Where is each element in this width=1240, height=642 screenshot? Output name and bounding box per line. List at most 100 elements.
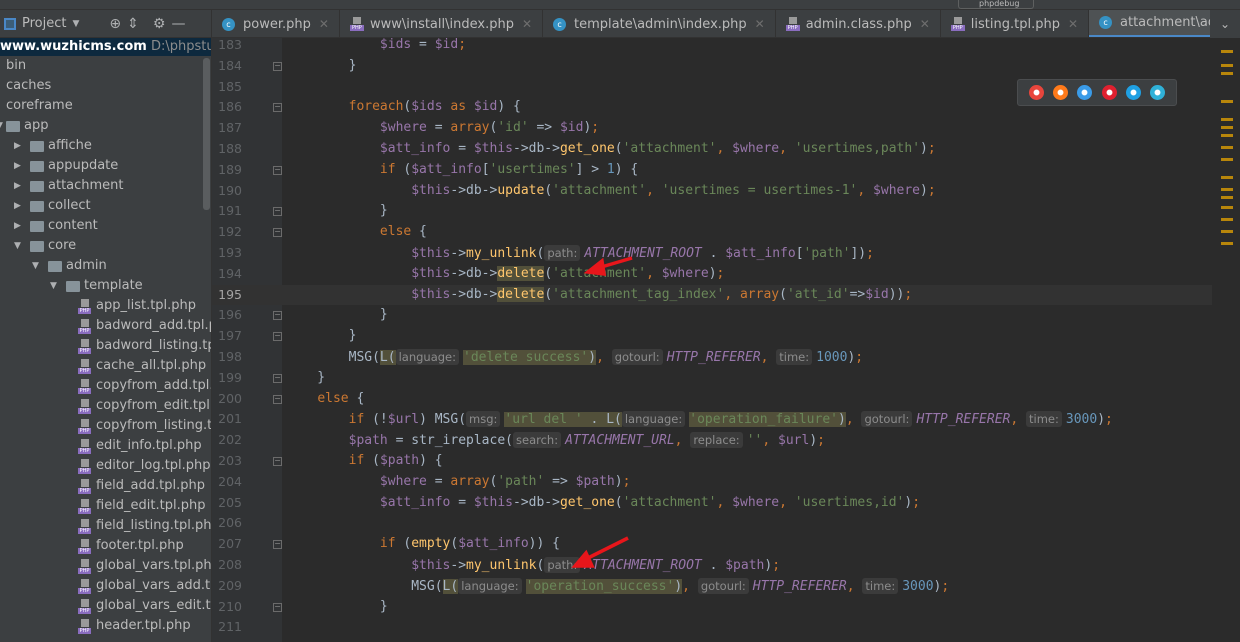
code-line[interactable]: 195 $this->db->delete('attachment_tag_in…	[212, 284, 1212, 306]
minimize-icon[interactable]: —	[171, 16, 185, 32]
warning-marker[interactable]	[1221, 176, 1233, 179]
tree-item-field-add-tpl-php[interactable]: field_add.tpl.php	[0, 476, 211, 496]
tab-attachment-admin-index-php[interactable]: cattachment\admin\index.php✕	[1089, 10, 1210, 37]
code-line[interactable]: 208 $this->my_unlink(path: ATTACHMENT_ROO…	[212, 555, 1212, 576]
warning-marker[interactable]	[1221, 158, 1233, 161]
fold-marker-icon[interactable]: −	[273, 394, 282, 404]
fold-marker-icon[interactable]: −	[273, 228, 282, 238]
tree-item-copyfrom-add-tpl-php[interactable]: copyfrom_add.tpl.php	[0, 376, 211, 396]
code-line[interactable]: 201 if (!$url) MSG(msg:'url del ' . L(la…	[212, 409, 1212, 430]
tree-item-global-vars-edit-tpl-php[interactable]: global_vars_edit.tpl.php	[0, 596, 211, 616]
tree-item-attachment[interactable]: ▶ attachment	[0, 176, 211, 196]
tree-item-copyfrom-listing-tpl-php[interactable]: copyfrom_listing.tpl.php	[0, 416, 211, 436]
sidebar-scrollbar[interactable]	[203, 58, 210, 210]
tree-item-badword-listing-tpl-php[interactable]: badword_listing.tpl.php	[0, 336, 211, 356]
code-line[interactable]: 193 $this->my_unlink(path: ATTACHMENT_ROO…	[212, 243, 1212, 264]
code-line[interactable]: 192 − else {	[212, 222, 1212, 243]
code-line[interactable]: 189 − if ($att_info['usertimes'] > 1) {	[212, 160, 1212, 181]
code-line[interactable]: 211	[212, 617, 1212, 638]
tree-item-collect[interactable]: ▶ collect	[0, 196, 211, 216]
code-line[interactable]: 187 $where = array('id' => $id);	[212, 118, 1212, 139]
gear-icon[interactable]: ⚙	[153, 16, 166, 32]
tab-admin-class-php[interactable]: admin.class.php ✕	[776, 10, 941, 37]
chevron-down-icon[interactable]: ▼	[72, 19, 79, 29]
chrome-icon[interactable]	[1028, 85, 1044, 100]
fold-marker-icon[interactable]: −	[273, 457, 282, 466]
tree-item-content[interactable]: ▶ content	[0, 216, 211, 236]
chevron-down-icon[interactable]: ▼	[14, 236, 21, 256]
warning-marker[interactable]	[1221, 206, 1233, 209]
safari-icon[interactable]	[1077, 85, 1093, 100]
code-line[interactable]: 190 $this->db->update('attachment', 'use…	[212, 181, 1212, 202]
code-line[interactable]: 197 − }	[212, 326, 1212, 347]
code-line[interactable]: 209 MSG(L(language:'operation_success'),…	[212, 576, 1212, 597]
fold-marker-icon[interactable]: −	[273, 540, 282, 550]
code-line[interactable]: 203 − if ($path) {	[212, 451, 1212, 472]
tree-item-appupdate[interactable]: ▶ appupdate	[0, 156, 211, 176]
chevron-right-icon[interactable]: ▶	[14, 196, 21, 216]
tab-listing-tpl-php[interactable]: listing.tpl.php ✕	[941, 10, 1090, 37]
run-configuration-select[interactable]: phpdebug	[958, 0, 1034, 9]
code-line[interactable]: 206	[212, 513, 1212, 534]
code-line[interactable]: 184 − }	[212, 56, 1212, 77]
chevron-right-icon[interactable]: ▶	[14, 216, 21, 236]
ie-icon[interactable]	[1125, 85, 1141, 100]
opera-icon[interactable]	[1101, 85, 1117, 100]
tree-item-bin[interactable]: bin	[0, 56, 211, 76]
code-line[interactable]: 205 $att_info = $this->db->get_one('atta…	[212, 493, 1212, 514]
code-line[interactable]: 207− if (empty($att_info)) {	[212, 534, 1212, 555]
close-icon[interactable]: ✕	[755, 17, 765, 31]
tree-item-edit-info-tpl-php[interactable]: edit_info.tpl.php	[0, 436, 211, 456]
tab-power-php[interactable]: c power.php ✕	[212, 10, 340, 37]
chevron-down-icon[interactable]: ▼	[32, 256, 39, 276]
collapse-all-icon[interactable]: ⇕	[127, 16, 139, 32]
code-line[interactable]: 204 $where = array('path' => $path);	[212, 472, 1212, 493]
warning-marker[interactable]	[1221, 134, 1233, 137]
code-line[interactable]: 191 − }	[212, 201, 1212, 222]
tree-item-footer-tpl-php[interactable]: footer.tpl.php	[0, 536, 211, 556]
code-line[interactable]: 194 $this->db->delete('attachment', $whe…	[212, 264, 1212, 285]
code-line[interactable]: 199 − }	[212, 368, 1212, 389]
show-all-tabs-button[interactable]: ⌄	[1210, 10, 1240, 38]
code-line[interactable]: 200 − else {	[212, 389, 1212, 410]
fold-marker-icon[interactable]: −	[273, 103, 282, 113]
warning-marker[interactable]	[1221, 100, 1233, 103]
fold-marker-icon[interactable]: −	[273, 165, 282, 175]
warning-marker[interactable]	[1221, 218, 1233, 221]
fold-marker-icon[interactable]: −	[273, 332, 282, 342]
fold-marker-icon[interactable]: −	[273, 602, 282, 612]
tab-www-install-index-php[interactable]: www\install\index.php ✕	[340, 10, 544, 37]
tree-item-field-edit-tpl-php[interactable]: field_edit.tpl.php	[0, 496, 211, 516]
tree-item-admin[interactable]: ▼ admin	[0, 256, 211, 276]
tree-item-core[interactable]: ▼ core	[0, 236, 211, 256]
fold-marker-icon[interactable]: −	[273, 61, 282, 71]
code-line[interactable]: 196 − }	[212, 305, 1212, 326]
close-icon[interactable]: ✕	[1068, 17, 1078, 31]
code-editor[interactable]: 183 $ids = $id; 184− } 185 186− foreach($id…	[212, 38, 1240, 642]
chevron-down-icon[interactable]: ▼	[0, 116, 3, 136]
tree-item-copyfrom-edit-tpl-php[interactable]: copyfrom_edit.tpl.php	[0, 396, 211, 416]
tree-item-global-vars-add-tpl-php[interactable]: global_vars_add.tpl.php	[0, 576, 211, 596]
tree-item-global-vars-tpl-php[interactable]: global_vars.tpl.php	[0, 556, 211, 576]
code-line[interactable]: 188 $att_info = $this->db->get_one('atta…	[212, 139, 1212, 160]
tree-item-field-listing-tpl-php[interactable]: field_listing.tpl.php	[0, 516, 211, 536]
warning-marker[interactable]	[1221, 72, 1233, 75]
tree-item-affiche[interactable]: ▶ affiche	[0, 136, 211, 156]
tree-item-app[interactable]: ▼ app	[0, 116, 211, 136]
code-line[interactable]: 183 $ids = $id;	[212, 38, 1212, 56]
tree-item-coreframe[interactable]: coreframe	[0, 96, 211, 116]
warning-marker[interactable]	[1221, 146, 1233, 149]
close-icon[interactable]: ✕	[920, 17, 930, 31]
tree-item-editor-log-tpl-php[interactable]: editor_log.tpl.php	[0, 456, 211, 476]
warning-marker[interactable]	[1221, 118, 1233, 121]
fold-marker-icon[interactable]: −	[273, 373, 282, 383]
tree-item-cache-all-tpl-php[interactable]: cache_all.tpl.php	[0, 356, 211, 376]
chevron-right-icon[interactable]: ▶	[14, 156, 21, 176]
fold-marker-icon[interactable]: −	[273, 311, 282, 321]
tree-item-template[interactable]: ▼ template	[0, 276, 211, 296]
close-icon[interactable]: ✕	[319, 17, 329, 31]
code-line[interactable]: 202 $path = str_ireplace(search: ATTACHME…	[212, 430, 1212, 451]
tab-template-admin-index-php[interactable]: c template\admin\index.php ✕	[543, 10, 776, 37]
warning-marker[interactable]	[1221, 188, 1233, 191]
warning-marker[interactable]	[1221, 196, 1233, 199]
